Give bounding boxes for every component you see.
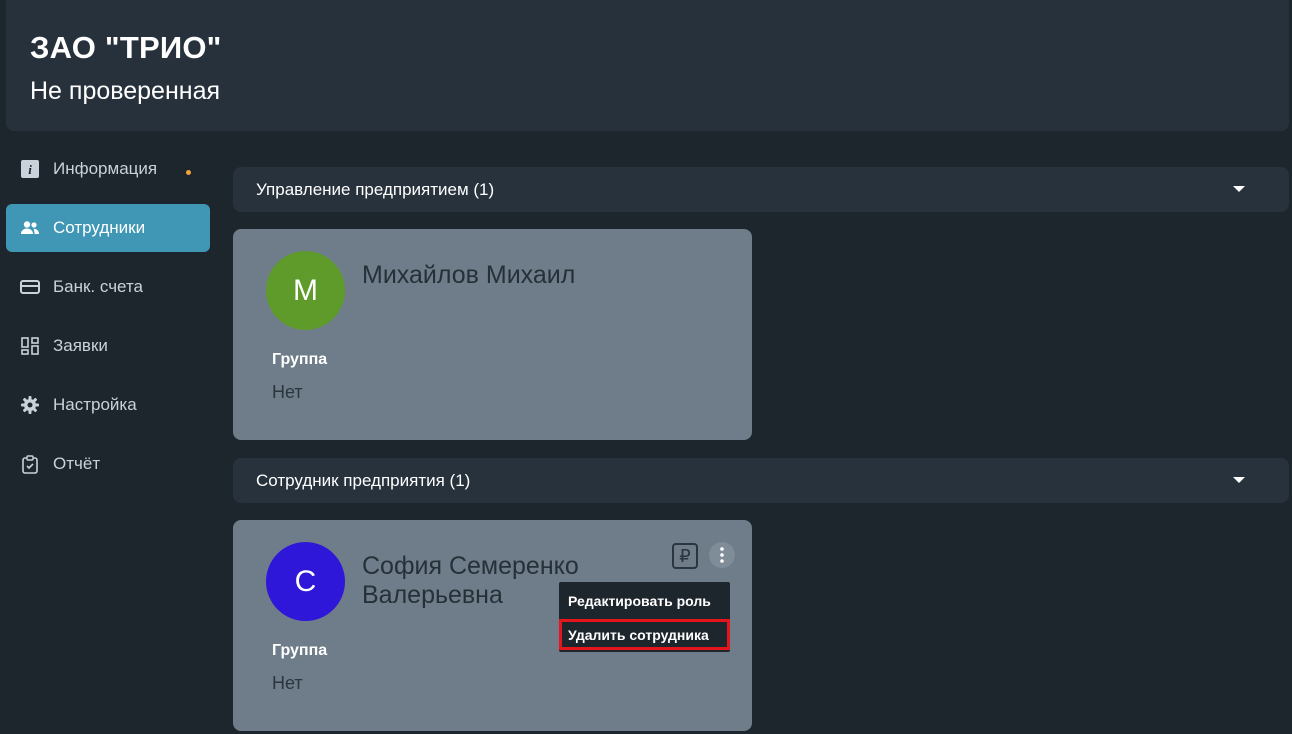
sidebar-item-label: Настройка <box>53 395 137 414</box>
sidebar-nav: i Информация Сотрудники Банк. счета Заяв… <box>6 145 210 499</box>
sidebar-item-report[interactable]: Отчёт <box>6 440 210 488</box>
sidebar-item-label: Заявки <box>53 336 108 355</box>
sidebar-item-employees[interactable]: Сотрудники <box>6 204 210 252</box>
card-icon <box>20 277 40 297</box>
sidebar-item-label: Информация <box>53 159 158 178</box>
sidebar-item-bank-accounts[interactable]: Банк. счета <box>6 263 210 311</box>
ruble-icon[interactable]: ₽ <box>672 543 698 569</box>
avatar: С <box>266 542 345 621</box>
sidebar-item-label: Сотрудники <box>53 218 146 237</box>
delete-employee-menu-item[interactable]: Удалить сотрудника <box>559 619 730 650</box>
chevron-down-icon <box>1233 186 1245 192</box>
chevron-down-icon <box>1233 477 1245 483</box>
section-header-employees[interactable]: Сотрудник предприятия (1) <box>233 458 1289 503</box>
organization-header: ЗАО "ТРИО" Не проверенная <box>6 0 1289 131</box>
context-menu: Редактировать роль Удалить сотрудника <box>559 582 730 652</box>
sidebar-item-label: Отчёт <box>53 454 101 473</box>
section-title: Сотрудник предприятия (1) <box>256 470 471 490</box>
grid-icon <box>20 336 40 356</box>
employee-card: М Михайлов Михаил Группа Нет <box>233 229 752 440</box>
group-value: Нет <box>272 673 303 693</box>
clipboard-icon <box>20 454 40 474</box>
sidebar-item-information[interactable]: i Информация <box>6 145 210 193</box>
employee-name: Михайлов Михаил <box>362 261 576 289</box>
sidebar-item-settings[interactable]: Настройка <box>6 381 210 429</box>
svg-text:i: i <box>28 162 32 177</box>
more-vertical-icon[interactable] <box>709 542 735 568</box>
avatar: М <box>266 251 345 330</box>
group-value: Нет <box>272 382 303 402</box>
info-icon: i <box>20 159 40 179</box>
organization-status: Не проверенная <box>30 77 221 105</box>
sidebar-item-requests[interactable]: Заявки <box>6 322 210 370</box>
section-header-management[interactable]: Управление предприятием (1) <box>233 167 1289 212</box>
gear-icon <box>20 395 40 415</box>
section-title: Управление предприятием (1) <box>256 179 495 199</box>
notification-dot <box>186 170 191 175</box>
group-label: Группа <box>272 642 328 659</box>
edit-role-menu-item[interactable]: Редактировать роль <box>559 585 730 616</box>
people-icon <box>20 218 40 238</box>
organization-name: ЗАО "ТРИО" <box>30 30 222 65</box>
sidebar-item-label: Банк. счета <box>53 277 143 296</box>
group-label: Группа <box>272 351 328 368</box>
